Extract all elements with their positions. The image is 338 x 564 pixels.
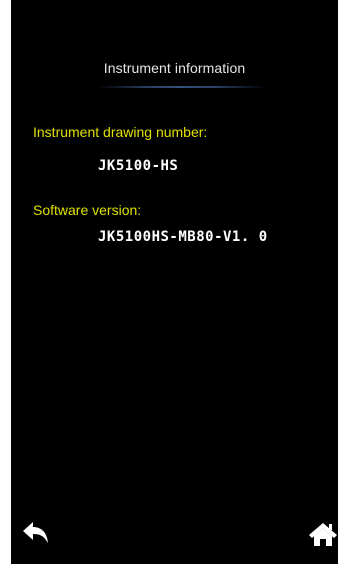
drawing-number-label: Instrument drawing number: xyxy=(33,124,208,140)
instrument-info-screen: Instrument information Instrument drawin… xyxy=(11,0,338,564)
drawing-number-value: JK5100-HS xyxy=(98,158,179,174)
page-title: Instrument information xyxy=(103,60,246,76)
back-arrow-icon xyxy=(23,522,48,543)
software-version-label: Software version: xyxy=(33,202,142,218)
home-button[interactable] xyxy=(308,521,338,547)
title-divider xyxy=(97,86,267,88)
software-version-value: JK5100HS-MB80-V1. 0 xyxy=(98,229,268,245)
back-button[interactable] xyxy=(21,521,51,547)
home-icon xyxy=(309,523,337,546)
